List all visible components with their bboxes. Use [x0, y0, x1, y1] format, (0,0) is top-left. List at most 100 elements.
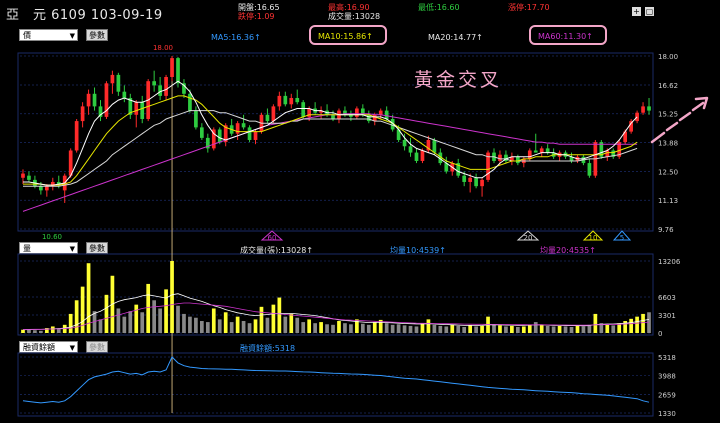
- candle: [414, 148, 419, 164]
- candle: [331, 110, 335, 122]
- marker-20: 20: [516, 230, 540, 242]
- volume-bar: [510, 325, 514, 333]
- candle: [343, 106, 347, 117]
- price-candles: [21, 56, 651, 203]
- candle: [134, 100, 139, 128]
- candle-body: [474, 177, 478, 187]
- candle: [140, 95, 145, 124]
- candle-body: [265, 114, 270, 122]
- candle: [158, 76, 162, 101]
- candle-body: [110, 74, 115, 84]
- volume-bar: [337, 321, 341, 333]
- candle-body: [480, 179, 484, 187]
- period-high-label: 18.00: [153, 44, 173, 52]
- y-axis-labels: 18.00 16.62 15.25 13.88 12.50 11.13 9.76 13206 6…: [658, 53, 681, 418]
- candle-body: [295, 97, 300, 103]
- candle: [205, 133, 210, 153]
- volume-bar: [581, 326, 586, 333]
- volume-bar: [307, 319, 312, 333]
- volume-bar: [229, 322, 234, 333]
- candle: [641, 102, 645, 115]
- candle: [164, 74, 168, 101]
- candle: [110, 70, 115, 94]
- candle: [319, 106, 323, 119]
- volume-bar: [468, 325, 472, 333]
- volume-bar: [563, 326, 568, 333]
- price-tick-label: 13.88: [658, 140, 678, 148]
- candle-body: [140, 102, 145, 119]
- volume-tick-label: 6603: [658, 294, 676, 302]
- candle-body: [74, 121, 79, 151]
- ma5-line: [23, 80, 638, 186]
- volume-bar: [319, 322, 323, 333]
- volume-bar: [629, 318, 633, 333]
- candle: [170, 56, 174, 82]
- candle-body: [44, 186, 49, 191]
- candle-body: [164, 76, 168, 96]
- candle-body: [277, 95, 282, 107]
- candle: [152, 70, 156, 92]
- volume-bar: [247, 323, 252, 333]
- volume-bar: [557, 325, 562, 333]
- price-tick-label: 9.76: [658, 226, 674, 234]
- candle-body: [116, 74, 121, 92]
- panel-frame-2: [17, 352, 654, 417]
- candle-body: [152, 81, 156, 86]
- candle: [635, 110, 639, 124]
- volume-bar: [569, 327, 574, 333]
- volume-bar: [545, 325, 550, 333]
- volume-bar: [140, 312, 145, 333]
- volume-bar: [21, 329, 25, 333]
- candle: [456, 158, 461, 178]
- candle-body: [641, 106, 645, 113]
- volume-bar: [223, 312, 228, 333]
- candle: [194, 106, 198, 130]
- candle: [200, 123, 204, 140]
- candle: [128, 93, 133, 119]
- volume-bar: [539, 324, 544, 333]
- volume-bar: [414, 326, 419, 333]
- candle-body: [635, 112, 639, 122]
- marker-10-label: 10: [589, 234, 598, 242]
- volume-bar: [325, 324, 329, 333]
- candle-body: [247, 127, 252, 140]
- margin-tick-label: 1330: [658, 410, 676, 418]
- volume-bar: [104, 294, 109, 333]
- volume-bar: [152, 300, 156, 333]
- volume-bar: [366, 324, 371, 333]
- volume-bar: [253, 319, 258, 333]
- marker-20-label: 20: [524, 234, 533, 242]
- volume-bar: [170, 261, 174, 333]
- candle: [176, 57, 180, 88]
- volume-bar: [188, 316, 192, 333]
- candle-body: [134, 102, 139, 115]
- candle-body: [378, 110, 383, 115]
- candle: [235, 121, 240, 140]
- candle-body: [283, 95, 288, 105]
- volume-bar: [349, 324, 353, 333]
- candle-body: [217, 129, 222, 143]
- candle: [265, 108, 270, 124]
- volume-bar: [420, 323, 425, 333]
- volume-bar: [343, 323, 347, 333]
- ma60-line: [22, 113, 638, 212]
- candle: [587, 158, 592, 178]
- moving-average-lines: [22, 80, 638, 212]
- candle-body: [188, 93, 192, 111]
- volume-bar: [68, 313, 73, 333]
- volume-bar: [134, 304, 139, 333]
- volume-bar: [205, 322, 210, 333]
- candle-body: [289, 97, 294, 105]
- candle: [492, 148, 496, 164]
- candle-body: [432, 139, 437, 153]
- candle: [80, 102, 85, 128]
- price-tick-label: 15.25: [658, 111, 678, 119]
- price-tick-label: 12.50: [658, 168, 678, 176]
- candle: [313, 102, 317, 115]
- volume-bar: [492, 324, 496, 333]
- candle-body: [21, 173, 25, 178]
- volume-bar: [74, 300, 79, 333]
- candle-body: [402, 139, 407, 147]
- candle-body: [176, 58, 180, 84]
- candle: [277, 91, 282, 111]
